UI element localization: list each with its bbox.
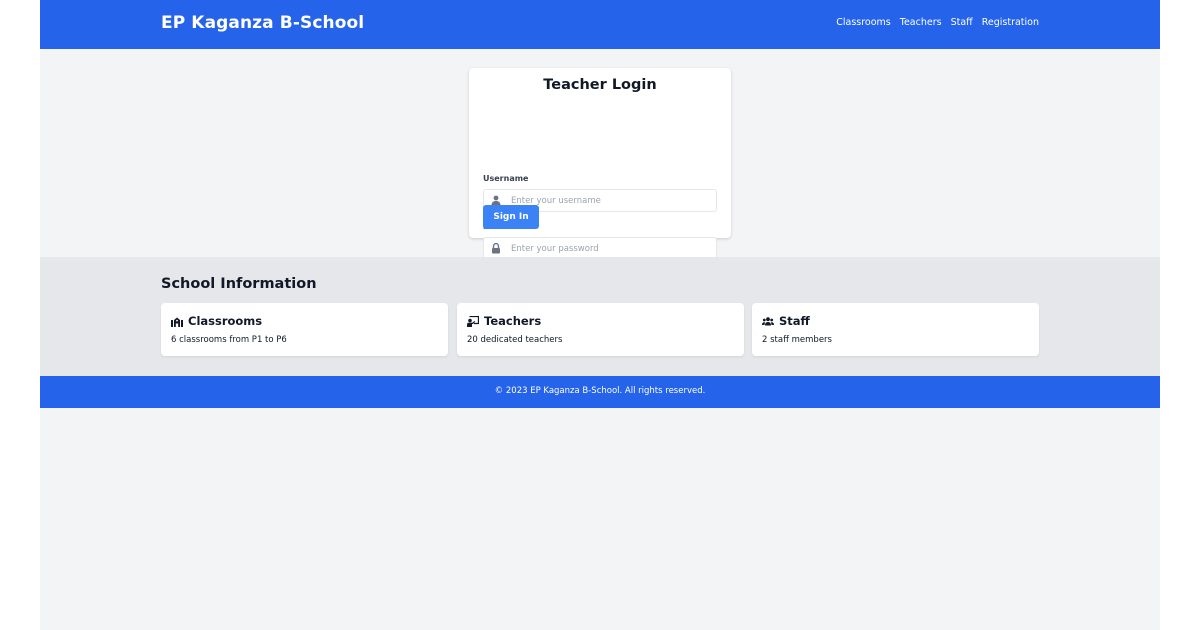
info-card-description: 20 dedicated teachers <box>467 335 563 345</box>
nav-link-staff[interactable]: Staff <box>951 17 973 28</box>
info-card-description: 6 classrooms from P1 to P6 <box>171 335 287 345</box>
nav-link-classrooms[interactable]: Classrooms <box>836 17 891 28</box>
login-title: Teacher Login <box>543 77 657 93</box>
info-card-teachers: Teachers 20 dedicated teachers <box>457 303 744 356</box>
info-card-classrooms: Classrooms 6 classrooms from P1 to P6 <box>161 303 448 356</box>
chalkboard-teacher-icon <box>467 315 479 327</box>
users-icon <box>762 316 774 325</box>
info-card-title: Classrooms <box>188 314 263 328</box>
password-input[interactable] <box>511 240 711 257</box>
school-icon <box>171 317 183 327</box>
main-nav: Classrooms Teachers Staff Registration <box>836 17 1039 28</box>
sign-in-button[interactable]: Sign In <box>483 205 539 229</box>
nav-link-registration[interactable]: Registration <box>982 17 1039 28</box>
school-info-section: School Information Classrooms 6 classroo… <box>40 257 1160 376</box>
nav-link-teachers[interactable]: Teachers <box>900 17 942 28</box>
info-card-title: Teachers <box>484 314 542 328</box>
info-card-staff: Staff 2 staff members <box>752 303 1039 356</box>
info-card-description: 2 staff members <box>762 335 832 345</box>
site-header: EP Kaganza B-School Classrooms Teachers … <box>40 0 1160 49</box>
lock-icon <box>492 243 500 254</box>
site-brand[interactable]: EP Kaganza B-School <box>161 13 364 33</box>
username-input[interactable] <box>511 192 711 209</box>
username-label: Username <box>483 174 529 183</box>
page: EP Kaganza B-School Classrooms Teachers … <box>40 0 1160 630</box>
site-footer: © 2023 EP Kaganza B-School. All rights r… <box>40 376 1160 408</box>
login-card: Teacher Login Username Password Sign In <box>469 68 731 260</box>
info-card-title: Staff <box>779 314 810 328</box>
footer-copyright: © 2023 EP Kaganza B-School. All rights r… <box>494 386 706 396</box>
school-info-title: School Information <box>161 276 317 292</box>
